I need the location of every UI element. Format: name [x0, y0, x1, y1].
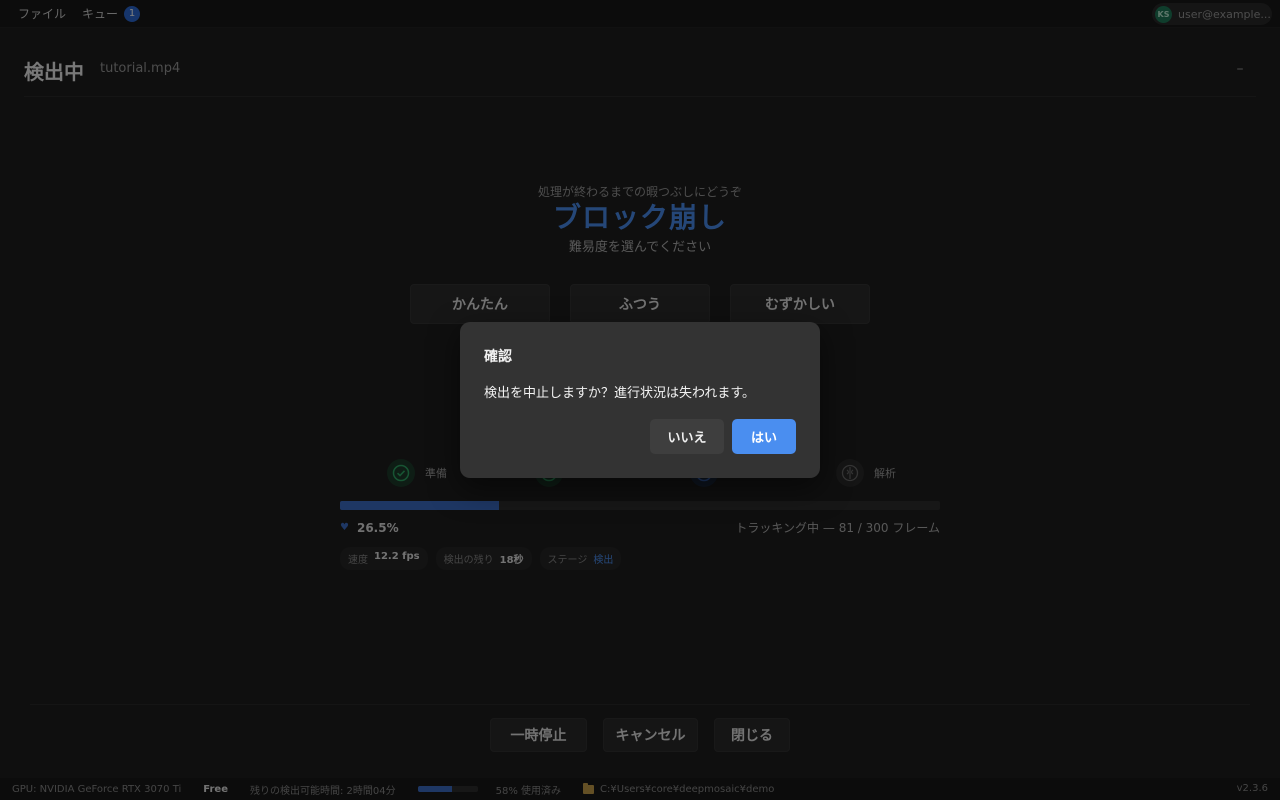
- dialog-yes-button[interactable]: はい: [732, 419, 796, 454]
- confirm-dialog: 確認 検出を中止しますか？進行状況は失われます。 いいえ はい: [460, 322, 820, 478]
- dialog-title: 確認: [484, 349, 512, 365]
- dialog-message: 検出を中止しますか？進行状況は失われます。: [484, 386, 756, 401]
- dialog-no-button[interactable]: いいえ: [650, 419, 724, 454]
